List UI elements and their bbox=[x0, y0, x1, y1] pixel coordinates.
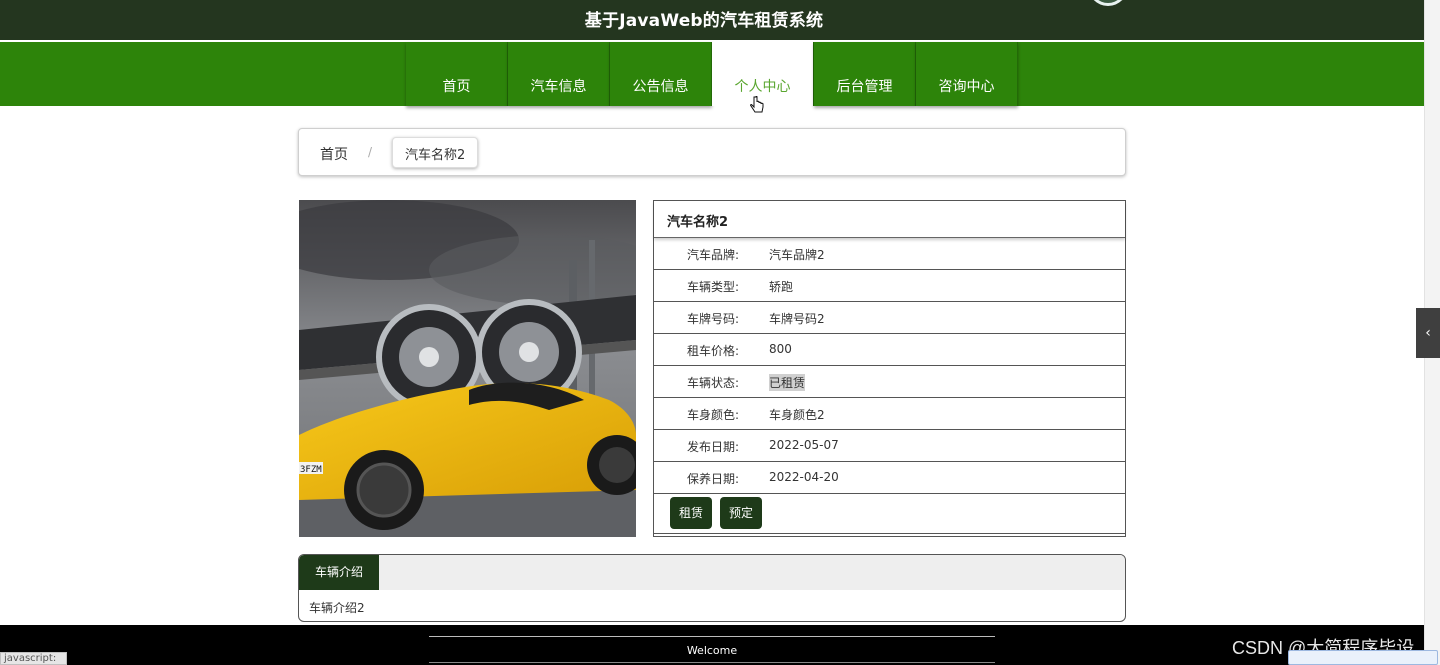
detail-row-brand: 汽车品牌: 汽车品牌2 bbox=[654, 238, 1125, 270]
detail-row-type: 车辆类型: 轿跑 bbox=[654, 270, 1125, 302]
vehicle-intro-panel: 车辆介绍 车辆介绍2 bbox=[298, 554, 1126, 622]
row-value: 车身颜色2 bbox=[769, 408, 825, 422]
browser-status-bar: javascript: bbox=[0, 652, 67, 665]
row-value: 车牌号码2 bbox=[769, 312, 825, 326]
row-label: 汽车品牌: bbox=[687, 248, 740, 262]
row-value: 汽车品牌2 bbox=[769, 248, 825, 262]
detail-row-publish-date: 发布日期: 2022-05-07 bbox=[654, 430, 1125, 462]
nav-item-car-info[interactable]: 汽车信息 bbox=[508, 42, 610, 106]
footer-welcome: Welcome bbox=[686, 644, 738, 657]
row-label: 车辆类型: bbox=[687, 280, 740, 294]
top-header-bar: 基于JavaWeb的汽车租赁系统 bbox=[0, 0, 1424, 40]
detail-row-maintenance-date: 保养日期: 2022-04-20 bbox=[654, 462, 1125, 494]
row-label: 车牌号码: bbox=[687, 312, 740, 326]
ime-toolbar[interactable] bbox=[1288, 650, 1438, 665]
row-value: 轿跑 bbox=[769, 280, 794, 294]
chevron-left-icon: ‹ bbox=[1425, 325, 1431, 341]
breadcrumb-current: 汽车名称2 bbox=[392, 137, 479, 168]
nav-item-home[interactable]: 首页 bbox=[406, 42, 508, 106]
car-photo: 3FZM bbox=[299, 200, 636, 537]
nav-item-consultation[interactable]: 咨询中心 bbox=[916, 42, 1018, 106]
row-value: 2022-05-07 bbox=[769, 438, 839, 452]
status-value: 已租赁 bbox=[769, 374, 806, 391]
breadcrumb-separator: / bbox=[368, 145, 373, 159]
reserve-button[interactable]: 预定 bbox=[720, 497, 763, 529]
nav-item-announcements[interactable]: 公告信息 bbox=[610, 42, 712, 106]
tab-vehicle-intro[interactable]: 车辆介绍 bbox=[299, 555, 379, 590]
action-buttons: 租赁 预定 bbox=[654, 494, 1125, 534]
detail-row-price: 租车价格: 800 bbox=[654, 334, 1125, 366]
breadcrumb-home-link[interactable]: 首页 bbox=[320, 144, 348, 164]
detail-row-status: 车辆状态: 已租赁 bbox=[654, 366, 1125, 398]
site-title: 基于JavaWeb的汽车租赁系统 bbox=[584, 11, 824, 31]
footer: Welcome bbox=[0, 625, 1424, 665]
breadcrumb: 首页 / 汽车名称2 bbox=[298, 128, 1126, 176]
car-name-title: 汽车名称2 bbox=[654, 201, 1125, 238]
intro-tab-bar: 车辆介绍 bbox=[299, 555, 1125, 590]
row-value: 800 bbox=[769, 342, 792, 356]
hand-pointer-icon bbox=[750, 95, 764, 121]
row-label: 车辆状态: bbox=[687, 376, 740, 390]
car-plate-text: 3FZM bbox=[300, 465, 322, 475]
row-label: 发布日期: bbox=[687, 440, 740, 454]
row-label: 租车价格: bbox=[687, 344, 740, 358]
side-panel-toggle[interactable]: ‹ bbox=[1416, 308, 1440, 358]
intro-content: 车辆介绍2 bbox=[309, 601, 365, 615]
car-detail-panel: 汽车名称2 汽车品牌: 汽车品牌2 车辆类型: 轿跑 车牌号码: 车牌号码2 租… bbox=[653, 200, 1126, 537]
footer-divider bbox=[429, 662, 995, 663]
footer-divider bbox=[429, 636, 995, 637]
row-label: 保养日期: bbox=[687, 472, 740, 486]
row-value: 2022-04-20 bbox=[769, 470, 839, 484]
nav-item-admin[interactable]: 后台管理 bbox=[814, 42, 916, 106]
rent-button[interactable]: 租赁 bbox=[670, 497, 713, 529]
row-label: 车身颜色: bbox=[687, 408, 740, 422]
detail-row-color: 车身颜色: 车身颜色2 bbox=[654, 398, 1125, 430]
detail-row-plate: 车牌号码: 车牌号码2 bbox=[654, 302, 1125, 334]
main-nav: 首页 汽车信息 公告信息 个人中心 后台管理 咨询中心 bbox=[0, 42, 1424, 106]
